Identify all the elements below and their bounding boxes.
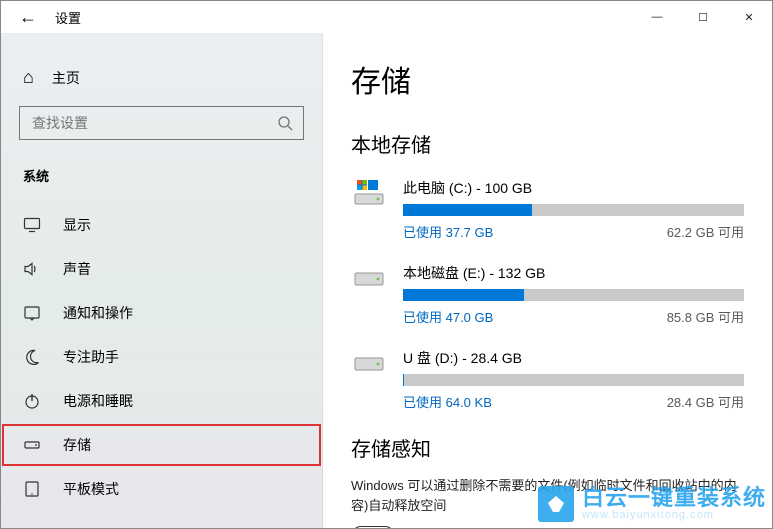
close-button[interactable]: ✕ xyxy=(726,1,772,33)
drive-name: 本地磁盘 (E:) - 132 GB xyxy=(403,263,744,283)
power-icon xyxy=(23,392,41,410)
watermark-url: www.baiyunxitong.com xyxy=(582,509,766,521)
home-button[interactable]: ⌂ 主页 xyxy=(1,63,322,106)
page-title: 存储 xyxy=(351,57,744,101)
drive-row[interactable]: U 盘 (D:) - 28.4 GB 已使用 64.0 KB 28.4 GB 可用 xyxy=(351,348,744,411)
section-local-storage: 本地存储 xyxy=(351,129,744,158)
nav-label: 平板模式 xyxy=(63,479,119,499)
nav-item-display[interactable]: 显示 xyxy=(1,203,322,247)
usage-bar xyxy=(403,374,744,386)
search-input[interactable] xyxy=(30,114,277,132)
storage-sense-title: 存储感知 xyxy=(351,433,744,462)
nav-item-power[interactable]: 电源和睡眠 xyxy=(1,379,322,423)
watermark: 白云一键重装系统 www.baiyunxitong.com xyxy=(538,486,766,522)
monitor-icon xyxy=(23,216,41,234)
search-icon xyxy=(277,115,293,131)
drive-icon xyxy=(351,263,387,293)
minimize-button[interactable]: — xyxy=(634,1,680,33)
home-icon: ⌂ xyxy=(23,67,34,88)
nav-label: 显示 xyxy=(63,215,91,235)
watermark-logo-icon xyxy=(538,486,574,522)
usage-bar xyxy=(403,204,744,216)
storage-sense-toggle[interactable] xyxy=(351,526,395,528)
watermark-brand: 白云一键重装系统 xyxy=(582,487,766,509)
title-bar: ← 设置 — ☐ ✕ xyxy=(1,1,772,33)
window-title: 设置 xyxy=(55,8,81,27)
used-link[interactable]: 已使用 37.7 GB xyxy=(403,222,493,241)
moon-icon xyxy=(23,348,41,366)
content-area: 存储 本地存储 此电脑 (C:) - 100 GB 已使用 37.7 GB 62.2… xyxy=(323,33,772,528)
tablet-icon xyxy=(23,480,41,498)
drive-icon xyxy=(23,436,41,454)
toggle-state-label: 关 xyxy=(407,526,421,528)
nav-label: 通知和操作 xyxy=(63,303,133,323)
drive-row[interactable]: 本地磁盘 (E:) - 132 GB 已使用 47.0 GB 85.8 GB 可用 xyxy=(351,263,744,326)
used-link[interactable]: 已使用 47.0 GB xyxy=(403,307,493,326)
nav-item-sound[interactable]: 声音 xyxy=(1,247,322,291)
search-box[interactable] xyxy=(19,106,304,140)
used-link[interactable]: 已使用 64.0 KB xyxy=(403,392,492,411)
nav-item-focus[interactable]: 专注助手 xyxy=(1,335,322,379)
back-button[interactable]: ← xyxy=(19,7,37,28)
usage-bar xyxy=(403,289,744,301)
available-label: 62.2 GB 可用 xyxy=(667,222,744,241)
drive-name: U 盘 (D:) - 28.4 GB xyxy=(403,348,744,368)
available-label: 85.8 GB 可用 xyxy=(667,307,744,326)
drive-icon xyxy=(351,178,387,208)
drive-icon xyxy=(351,348,387,378)
nav-label: 电源和睡眠 xyxy=(63,391,133,411)
nav-item-notifications[interactable]: 通知和操作 xyxy=(1,291,322,335)
nav-item-tablet[interactable]: 平板模式 xyxy=(1,467,322,511)
sidebar: ⌂ 主页 系统 显示 xyxy=(1,33,323,528)
home-label: 主页 xyxy=(52,68,80,88)
speaker-icon xyxy=(23,260,41,278)
drive-row[interactable]: 此电脑 (C:) - 100 GB 已使用 37.7 GB 62.2 GB 可用 xyxy=(351,178,744,241)
nav-item-storage[interactable]: 存储 xyxy=(1,423,322,467)
nav-label: 存储 xyxy=(63,435,91,455)
nav-label: 声音 xyxy=(63,259,91,279)
notification-icon xyxy=(23,304,41,322)
nav-label: 专注助手 xyxy=(63,347,119,367)
section-title: 系统 xyxy=(1,166,322,203)
maximize-button[interactable]: ☐ xyxy=(680,1,726,33)
available-label: 28.4 GB 可用 xyxy=(667,392,744,411)
drive-name: 此电脑 (C:) - 100 GB xyxy=(403,178,744,198)
